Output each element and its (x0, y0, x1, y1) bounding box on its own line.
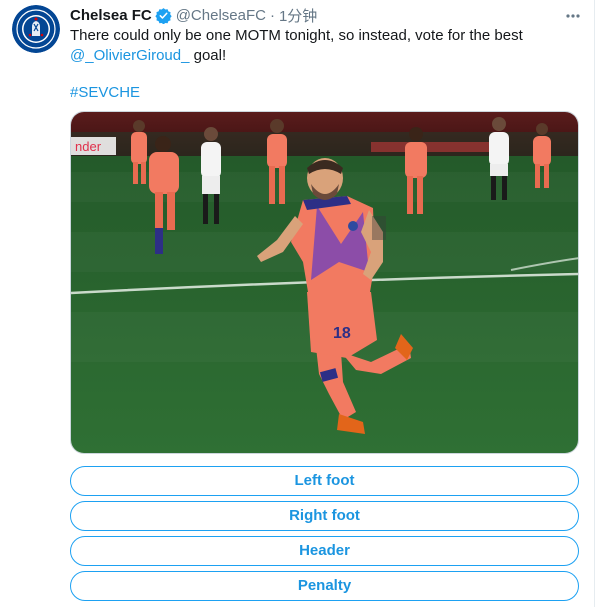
tweet-text-line-1: There could only be one MOTM tonight, so… (70, 27, 523, 44)
tweet: Chelsea FC @ChelseaFC · 1分钟 There could … (0, 0, 595, 607)
chelsea-crest-icon (12, 5, 60, 53)
mention-link[interactable]: @_OlivierGiroud_ (70, 47, 189, 64)
tweet-header: Chelsea FC @ChelseaFC · 1分钟 (70, 5, 582, 25)
poll-option-left-foot[interactable]: Left foot (70, 466, 579, 496)
verified-badge-icon (155, 7, 172, 24)
tweet-text: There could only be one MOTM tonight, so… (70, 26, 578, 66)
avatar[interactable] (12, 5, 60, 53)
poll-option-header[interactable]: Header (70, 536, 579, 566)
timestamp[interactable]: 1分钟 (279, 5, 317, 26)
display-name[interactable]: Chelsea FC (70, 7, 152, 24)
ad-board-text: nder (75, 139, 102, 154)
football-match-photo: nder 18 (71, 112, 578, 453)
more-options-icon[interactable] (564, 7, 582, 25)
separator-dot: · (269, 6, 275, 24)
tweet-text-tail: goal! (189, 47, 227, 64)
tweet-media-image[interactable]: nder 18 (70, 111, 579, 454)
poll-option-penalty[interactable]: Penalty (70, 571, 579, 601)
hashtag-link[interactable]: #SEVCHE (70, 83, 140, 103)
poll-option-right-foot[interactable]: Right foot (70, 501, 579, 531)
tweet-text-line-2: @_OlivierGiroud_ goal! (70, 46, 578, 66)
shorts-number: 18 (333, 325, 351, 342)
user-handle[interactable]: @ChelseaFC (176, 7, 266, 24)
